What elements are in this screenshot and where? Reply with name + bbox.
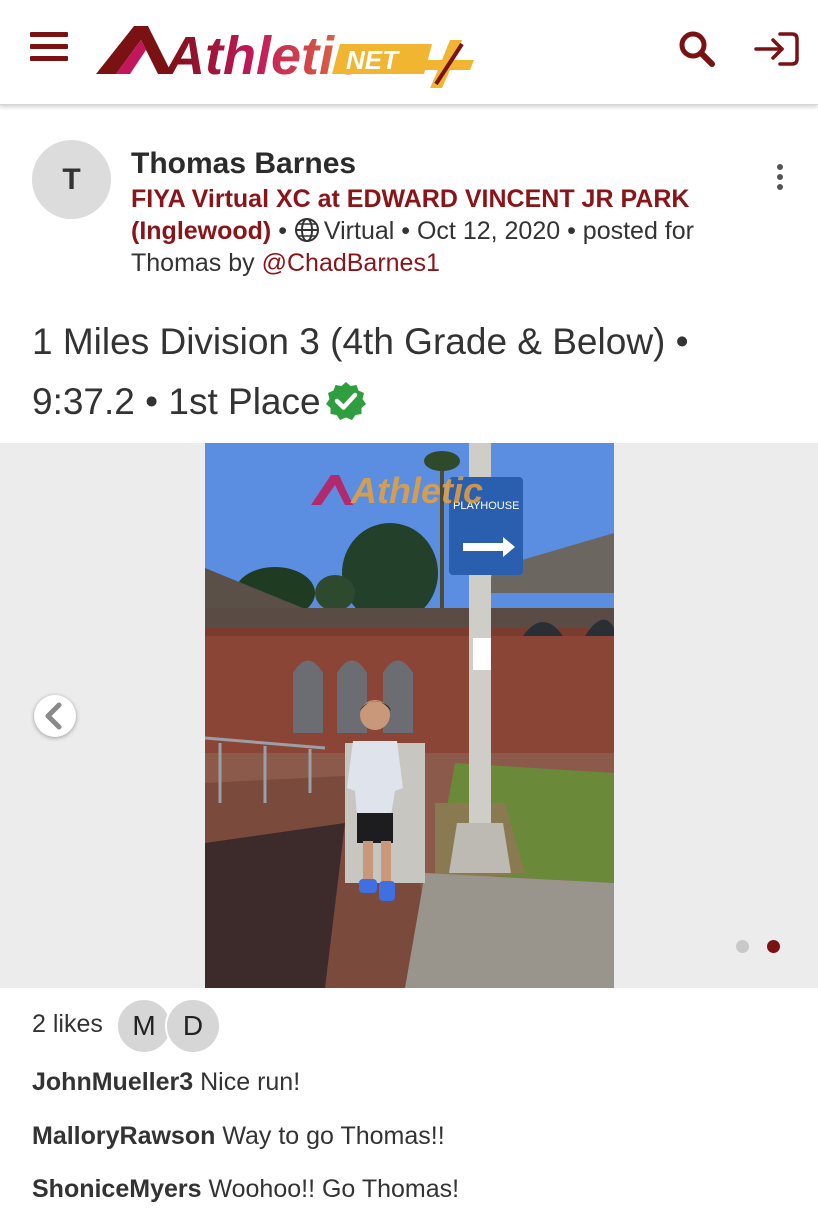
avatar[interactable]: T (32, 140, 111, 219)
athletic-net-logo[interactable]: Athletic NET (94, 18, 484, 90)
post-meta: FIYA Virtual XC at EDWARD VINCENT JR PAR… (131, 183, 771, 279)
comment-user[interactable]: JohnMueller3 (32, 1068, 193, 1096)
comment-text: Way to go Thomas!! (222, 1122, 445, 1150)
result-place: 1st Place (168, 381, 321, 422)
meta-separator: • (560, 217, 583, 245)
chevron-left-icon[interactable] (34, 695, 76, 737)
comment: MalloryRawson Way to go Thomas!! (32, 1122, 445, 1151)
comment-text: Woohoo!! Go Thomas! (208, 1175, 460, 1203)
race-photo[interactable]: PLAYHOUSE Athletic (205, 443, 614, 988)
liker-avatar[interactable]: D (165, 998, 221, 1054)
globe-icon (294, 218, 319, 242)
comment: JohnMueller3 Nice run! (32, 1068, 300, 1097)
carousel-dot-2[interactable] (767, 940, 780, 953)
comment-user[interactable]: MalloryRawson (32, 1122, 215, 1150)
kebab-menu-icon[interactable] (768, 160, 792, 194)
author-name[interactable]: Thomas Barnes (131, 147, 356, 181)
top-navigation-bar: Athletic NET (0, 0, 818, 105)
comment-user[interactable]: ShoniceMyers (32, 1175, 202, 1203)
venue-label: Virtual (323, 217, 395, 245)
hamburger-icon[interactable] (30, 30, 70, 64)
poster-link[interactable]: @ChadBarnes1 (262, 249, 440, 277)
result-separator: • (134, 381, 169, 422)
result-separator: • (665, 321, 689, 362)
comment: ShoniceMyers Woohoo!! Go Thomas! (32, 1175, 459, 1204)
comment-text: Nice run! (200, 1068, 301, 1096)
photo-watermark: Athletic (350, 470, 483, 511)
meta-separator: • (271, 217, 294, 245)
meta-separator: • (394, 217, 417, 245)
logo-wordmark: Athletic (164, 26, 364, 86)
post-date: Oct 12, 2020 (416, 217, 561, 245)
event-name: 1 Miles Division 3 (4th Grade & Below) (32, 321, 666, 362)
carousel-dot-1[interactable] (736, 940, 749, 953)
likes-count[interactable]: 2 likes (32, 1010, 103, 1039)
photo-carousel[interactable]: PLAYHOUSE Athletic (0, 443, 818, 988)
race-result: 1 Miles Division 3 (4th Grade & Below) •… (32, 312, 792, 432)
verified-check-icon (325, 382, 366, 420)
liker-avatar[interactable]: M (116, 998, 172, 1054)
logo-net-badge: NET (346, 45, 400, 75)
search-icon[interactable] (676, 28, 718, 70)
result-time: 9:37.2 (32, 381, 135, 422)
sign-in-icon[interactable] (752, 28, 802, 70)
